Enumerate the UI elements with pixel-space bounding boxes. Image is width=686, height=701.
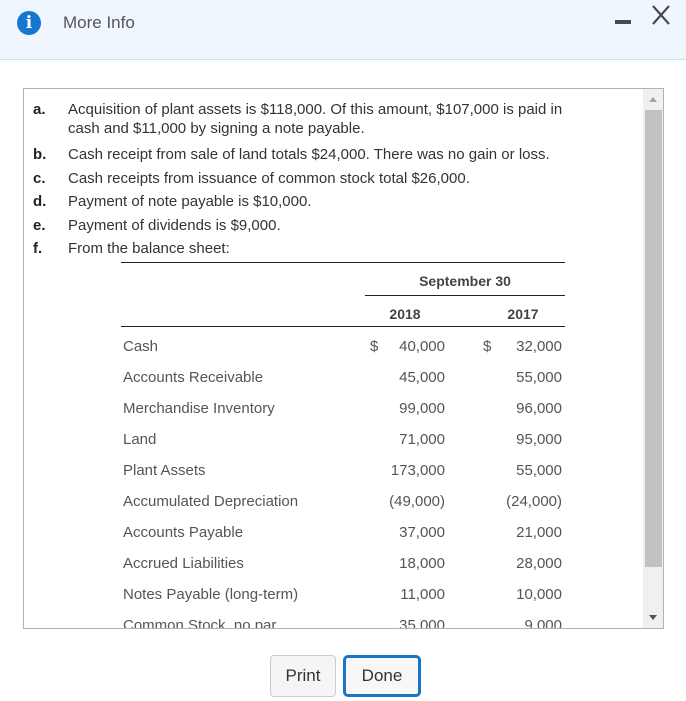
value-2017: 96,000 (516, 400, 562, 417)
item-text: Acquisition of plant assets is $118,000.… (68, 101, 563, 118)
value-2017: 55,000 (516, 369, 562, 386)
row-label: Notes Payable (long-term) (123, 586, 299, 603)
value-2018: 45,000 (399, 369, 445, 386)
item-text: Cash receipt from sale of land totals $2… (68, 146, 550, 163)
value-2017: 95,000 (516, 431, 562, 448)
item-marker: d. (33, 193, 47, 210)
value-2017: 28,000 (516, 555, 562, 572)
value-2018: 37,000 (399, 524, 445, 541)
value-2017: 55,000 (516, 462, 562, 479)
item-marker: b. (33, 146, 47, 163)
scroll-down-arrow-icon[interactable] (649, 615, 657, 620)
value-2018: 18,000 (399, 555, 445, 572)
value-2018: 11,000 (400, 586, 445, 603)
vertical-scrollbar[interactable] (643, 89, 663, 628)
value-2018: 99,000 (399, 400, 445, 417)
table-top-rule (121, 262, 565, 263)
column-header-rule (121, 326, 565, 327)
value-2017: (24,000) (506, 493, 562, 510)
minimize-button[interactable] (612, 11, 638, 31)
item-marker: e. (33, 217, 46, 234)
info-content-panel[interactable]: a. Acquisition of plant assets is $118,0… (23, 88, 664, 629)
item-text: Payment of dividends is $9,000. (68, 217, 281, 234)
row-label: Accounts Payable (123, 524, 244, 541)
column-header-2017: 2017 (507, 306, 539, 322)
value-2018: 40,000 (399, 338, 445, 355)
info-icon: i (17, 11, 41, 35)
dialog-title: More Info (63, 13, 135, 32)
value-2018: 35,000 (399, 617, 445, 628)
item-text: Cash receipts from issuance of common st… (68, 170, 470, 187)
item-text: cash and $11,000 by signing a note payab… (68, 120, 365, 137)
value-2017: 10,000 (516, 586, 562, 603)
value-2017: 9,000 (524, 617, 562, 628)
value-2017: 32,000 (516, 338, 562, 355)
item-text: From the balance sheet: (68, 240, 230, 257)
period-header-rule (365, 295, 565, 296)
row-label: Plant Assets (123, 462, 206, 479)
item-marker: a. (33, 101, 46, 118)
value-2018: 71,000 (399, 431, 445, 448)
item-text: Payment of note payable is $10,000. (68, 193, 312, 210)
dialog-header: i More Info (0, 0, 686, 60)
item-marker: c. (33, 170, 46, 187)
period-header: September 30 (419, 273, 511, 289)
scroll-content: a. Acquisition of plant assets is $118,0… (24, 89, 643, 628)
value-2018: 173,000 (390, 462, 445, 479)
minimize-icon (615, 20, 631, 24)
close-icon (652, 5, 670, 25)
scroll-up-arrow-icon[interactable] (649, 97, 657, 102)
row-label: Accumulated Depreciation (123, 493, 299, 510)
item-marker: f. (33, 240, 43, 257)
value-2017: 21,000 (516, 524, 562, 541)
close-button[interactable] (648, 2, 674, 28)
row-label: Cash (123, 338, 159, 355)
row-label: Merchandise Inventory (123, 400, 275, 417)
row-label: Accounts Receivable (123, 369, 264, 386)
column-header-2018: 2018 (389, 306, 421, 322)
scrollbar-thumb[interactable] (645, 110, 662, 567)
value-2018: (49,000) (389, 493, 445, 510)
row-label: Common Stock, no par (123, 617, 277, 628)
done-button[interactable]: Done (343, 655, 421, 697)
print-button[interactable]: Print (270, 655, 336, 697)
row-label: Land (123, 431, 157, 448)
row-label: Accrued Liabilities (123, 555, 244, 572)
